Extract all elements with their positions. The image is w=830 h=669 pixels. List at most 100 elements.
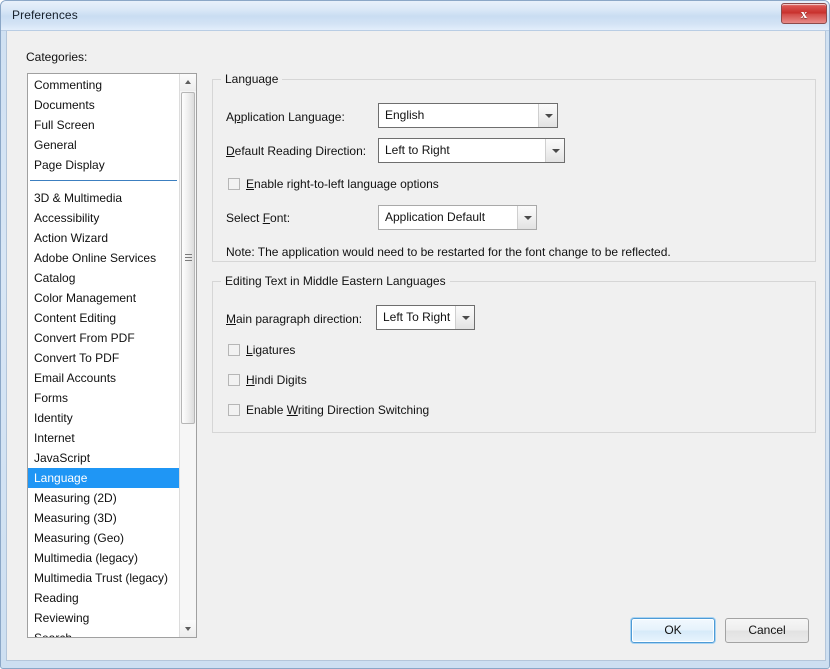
sidebar-item-label: Documents <box>34 98 95 112</box>
sidebar-item-javascript[interactable]: JavaScript <box>28 448 181 468</box>
sidebar-item-adobe-online-services[interactable]: Adobe Online Services <box>28 248 181 268</box>
sidebar-item-label: Commenting <box>34 78 103 92</box>
sidebar-item-multimedia-trust-legacy[interactable]: Multimedia Trust (legacy) <box>28 568 181 588</box>
middle-east-group-title: Editing Text in Middle Eastern Languages <box>221 274 450 288</box>
sidebar-item-general[interactable]: General <box>28 135 181 155</box>
writing-direction-switching-checkbox[interactable] <box>228 404 240 416</box>
sidebar-item-3d-multimedia[interactable]: 3D & Multimedia <box>28 188 181 208</box>
title-bar: Preferences x <box>1 1 829 31</box>
sidebar-item-reading[interactable]: Reading <box>28 588 181 608</box>
dialog-client-area: Categories: Commenting Documents Full Scre… <box>6 31 826 661</box>
scroll-down-arrow-icon[interactable] <box>180 620 196 637</box>
sidebar-item-search[interactable]: Search <box>28 628 181 638</box>
hindi-digits-checkbox[interactable] <box>228 374 240 386</box>
sidebar-item-label: JavaScript <box>34 451 91 465</box>
sidebar-item-convert-to-pdf[interactable]: Convert To PDF <box>28 348 181 368</box>
paragraph-direction-label: Main paragraph direction: <box>226 312 363 326</box>
ok-button[interactable]: OK <box>631 618 715 643</box>
sidebar-item-accessibility[interactable]: Accessibility <box>28 208 181 228</box>
sidebar-item-email-accounts[interactable]: Email Accounts <box>28 368 181 388</box>
sidebar-item-label: Convert From PDF <box>34 331 135 345</box>
sidebar-item-label: Color Management <box>34 291 137 305</box>
sidebar-item-label: Accessibility <box>34 211 100 225</box>
paragraph-direction-combo[interactable]: Left To Right <box>376 305 475 330</box>
reading-direction-label: Default Reading Direction: <box>226 144 367 158</box>
sidebar-item-label: Action Wizard <box>34 231 109 245</box>
sidebar-item-measuring-3d[interactable]: Measuring (3D) <box>28 508 181 528</box>
sidebar-item-label: Adobe Online Services <box>34 251 157 265</box>
sidebar-item-label: General <box>34 138 77 152</box>
sidebar-item-label: Multimedia (legacy) <box>34 551 139 565</box>
sidebar-item-label: Page Display <box>34 158 105 172</box>
sidebar-item-reviewing[interactable]: Reviewing <box>28 608 181 628</box>
sidebar-item-forms[interactable]: Forms <box>28 388 181 408</box>
sidebar-item-multimedia-legacy[interactable]: Multimedia (legacy) <box>28 548 181 568</box>
chevron-down-icon[interactable] <box>538 104 557 127</box>
category-separator <box>28 175 181 188</box>
ligatures-checkbox[interactable] <box>228 344 240 356</box>
application-language-value: English <box>385 108 425 122</box>
sidebar-item-label: Content Editing <box>34 311 117 325</box>
categories-label: Categories: <box>26 50 88 64</box>
select-font-value: Application Default <box>385 210 486 224</box>
font-restart-note: Note: The application would need to be r… <box>226 245 671 259</box>
sidebar-item-convert-from-pdf[interactable]: Convert From PDF <box>28 328 181 348</box>
sidebar-item-color-management[interactable]: Color Management <box>28 288 181 308</box>
sidebar-item-label: 3D & Multimedia <box>34 191 123 205</box>
enable-rtl-checkbox[interactable] <box>228 178 240 190</box>
category-list[interactable]: Commenting Documents Full Screen General Pag… <box>27 73 197 638</box>
sidebar-item-catalog[interactable]: Catalog <box>28 268 181 288</box>
select-font-label: Select Font: <box>226 211 291 225</box>
chevron-down-icon[interactable] <box>455 306 474 329</box>
writing-direction-switching-label: Enable Writing Direction Switching <box>246 403 430 417</box>
sidebar-item-label: Convert To PDF <box>34 351 120 365</box>
cancel-button[interactable]: Cancel <box>725 618 809 643</box>
sidebar-item-label: Multimedia Trust (legacy) <box>34 571 169 585</box>
sidebar-item-label: Full Screen <box>34 118 95 132</box>
sidebar-item-language[interactable]: Language <box>28 468 181 488</box>
reading-direction-combo[interactable]: Left to Right <box>378 138 565 163</box>
language-group-title: Language <box>221 72 283 86</box>
sidebar-item-measuring-2d[interactable]: Measuring (2D) <box>28 488 181 508</box>
sidebar-item-documents[interactable]: Documents <box>28 95 181 115</box>
window-title: Preferences <box>12 8 78 22</box>
enable-rtl-label: Enable right-to-left language options <box>246 177 439 191</box>
sidebar-item-label: Forms <box>34 391 68 405</box>
application-language-combo[interactable]: English <box>378 103 558 128</box>
ligatures-label: Ligatures <box>246 343 296 357</box>
sidebar-item-label: Language <box>34 471 88 485</box>
hindi-digits-label: Hindi Digits <box>246 373 307 387</box>
sidebar-item-label: Identity <box>34 411 73 425</box>
category-list-scrollbar[interactable] <box>179 74 196 637</box>
paragraph-direction-value: Left To Right <box>383 310 451 324</box>
category-list-items: Commenting Documents Full Screen General Pag… <box>28 74 181 637</box>
sidebar-item-label: Measuring (3D) <box>34 511 117 525</box>
sidebar-item-label: Measuring (2D) <box>34 491 117 505</box>
sidebar-item-label: Measuring (Geo) <box>34 531 125 545</box>
scrollbar-grip-icon <box>185 254 192 262</box>
sidebar-item-identity[interactable]: Identity <box>28 408 181 428</box>
sidebar-item-label: Search <box>34 631 73 638</box>
sidebar-item-page-display[interactable]: Page Display <box>28 155 181 175</box>
sidebar-item-full-screen[interactable]: Full Screen <box>28 115 181 135</box>
preferences-dialog: Preferences x Categories: Commenting Docu… <box>0 0 830 669</box>
sidebar-item-label: Reading <box>34 591 79 605</box>
select-font-combo[interactable]: Application Default <box>378 205 537 230</box>
chevron-down-icon[interactable] <box>517 206 536 229</box>
sidebar-item-label: Internet <box>34 431 75 445</box>
reading-direction-value: Left to Right <box>385 143 450 157</box>
scrollbar-thumb[interactable] <box>181 92 195 424</box>
close-glyph: x <box>800 6 808 21</box>
sidebar-item-label: Email Accounts <box>34 371 117 385</box>
scroll-up-arrow-icon[interactable] <box>180 74 196 91</box>
sidebar-item-internet[interactable]: Internet <box>28 428 181 448</box>
sidebar-item-label: Reviewing <box>34 611 90 625</box>
application-language-label: Application Language: <box>226 110 345 124</box>
chevron-down-icon[interactable] <box>545 139 564 162</box>
sidebar-item-commenting[interactable]: Commenting <box>28 75 181 95</box>
sidebar-item-action-wizard[interactable]: Action Wizard <box>28 228 181 248</box>
sidebar-item-measuring-geo[interactable]: Measuring (Geo) <box>28 528 181 548</box>
close-icon[interactable]: x <box>781 3 827 24</box>
sidebar-item-label: Catalog <box>34 271 76 285</box>
sidebar-item-content-editing[interactable]: Content Editing <box>28 308 181 328</box>
